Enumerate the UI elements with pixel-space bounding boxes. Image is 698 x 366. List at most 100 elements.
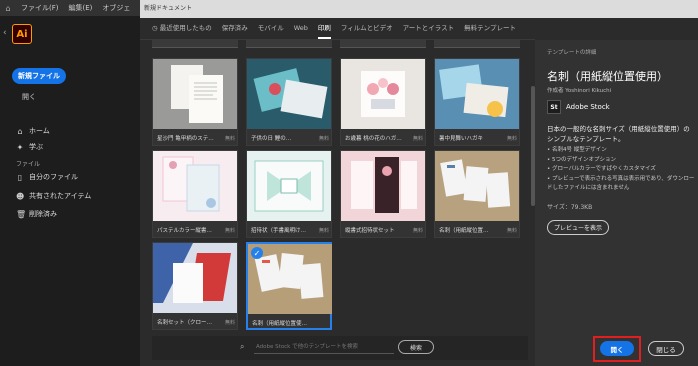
trash-icon: 🗑 xyxy=(16,209,27,219)
tab-mobile[interactable]: モバイル xyxy=(258,22,284,39)
template-name: 名刺（用紙縦位置使用） xyxy=(252,321,310,327)
files-section-heading: ファイル xyxy=(16,161,41,168)
stock-search-input[interactable] xyxy=(254,341,394,354)
details-heading: テンプレートの詳細 xyxy=(547,50,597,56)
tab-art-illustration[interactable]: アートとイラスト xyxy=(403,22,454,39)
feature-item: グローバルカラーですばやくカスタマイズ xyxy=(547,165,697,175)
free-badge: 無料 xyxy=(506,227,517,234)
template-thumbnail xyxy=(153,59,237,129)
template-name: 名刺セット（クローバ… xyxy=(157,320,215,326)
tab-saved[interactable]: 保存済み xyxy=(222,22,248,39)
sidebar-item-label: ホーム xyxy=(29,127,50,135)
sidebar-item-my-files[interactable]: ▯ 自分のファイル xyxy=(16,172,78,182)
template-name: 名刺（用紙縦位置… xyxy=(439,228,489,234)
template-thumbnail xyxy=(435,151,519,221)
template-thumbnail xyxy=(341,151,425,221)
preview-button[interactable]: プレビューを表示 xyxy=(547,220,609,235)
template-name: 招待状（手書風明け… xyxy=(251,228,307,234)
file-icon: ▯ xyxy=(17,172,23,182)
new-file-button[interactable]: 新規ファイル xyxy=(12,68,66,84)
search-icon: ⌕ xyxy=(240,342,245,351)
app-window: ⌂ ファイル(F) 編集(E) オブジェ ‹ Ai 新規ファイル 開く ⌂ ホー… xyxy=(0,0,698,366)
sidebar-item-learn[interactable]: ✦ 学ぶ xyxy=(16,142,43,152)
checkmark-icon: ✓ xyxy=(251,247,263,259)
template-card[interactable]: 暑中見舞いハガキ 無料 xyxy=(434,58,520,146)
template-card[interactable]: 名刺（用紙縦位置… 無料 xyxy=(434,150,520,238)
template-thumbnail xyxy=(153,151,237,221)
category-tabs: ◷ 最近使用したもの 保存済み モバイル Web 印刷 フィルムとビデオ アート… xyxy=(140,18,535,40)
template-details-panel: テンプレートの詳細 名刺（用紙縦位置使用） 作成者 Yoshinori Kiku… xyxy=(535,40,698,366)
template-grid: 星沙門 亀甲柄のステ… 無料 子供の日 鯉の… 無料 お歳暮 桃の花のハガ… 無… xyxy=(152,40,528,330)
app-logo: Ai xyxy=(12,24,32,44)
dialog-title: 新規ドキュメント xyxy=(140,0,698,18)
menu-edit[interactable]: 編集(E) xyxy=(64,3,98,13)
open-link[interactable]: 開く xyxy=(22,92,36,102)
adobe-stock-label: St Adobe Stock xyxy=(547,100,610,114)
template-card[interactable]: お歳暮 桃の花のハガ… 無料 xyxy=(340,58,426,146)
tab-web[interactable]: Web xyxy=(294,24,308,39)
template-name: パステルカラー縦書式… xyxy=(157,228,215,234)
template-card[interactable]: 名刺セット（クローバ… 無料 xyxy=(152,242,238,330)
people-icon: ☻ xyxy=(16,191,25,201)
sidebar-item-label: 自分のファイル xyxy=(29,173,78,181)
template-card[interactable]: 招待状（手書風明け… 無料 xyxy=(246,150,332,238)
home-icon[interactable]: ⌂ xyxy=(0,4,16,13)
sidebar-item-label: 学ぶ xyxy=(29,143,43,151)
template-card[interactable]: 縦書式招待状セット 無料 xyxy=(340,150,426,238)
sidebar-item-label: 削除済み xyxy=(29,210,57,218)
template-thumbnail xyxy=(153,243,237,313)
template-card[interactable]: 子供の日 鯉の… 無料 xyxy=(246,58,332,146)
sidebar-item-label: 共有されたアイテム xyxy=(29,192,92,200)
tab-film-video[interactable]: フィルムとビデオ xyxy=(341,22,393,39)
template-card[interactable]: パステルカラー縦書式… 無料 xyxy=(152,150,238,238)
template-name: 子供の日 鯉の… xyxy=(251,136,292,142)
template-card-selected[interactable]: ✓ 名刺（用紙縦位置使用） xyxy=(246,242,332,330)
adobe-stock-logo: St xyxy=(547,100,561,114)
template-title: 名刺（用紙縦位置使用） xyxy=(547,70,668,83)
adobe-stock-text: Adobe Stock xyxy=(566,103,610,111)
template-author: 作成者 Yoshinori Kikuchi xyxy=(547,88,612,94)
free-badge: 無料 xyxy=(224,135,235,142)
template-description: 日本の一般的な名刺サイズ（用紙縦位置使用）のシンプルなテンプレート。 xyxy=(547,125,690,143)
free-badge: 無料 xyxy=(318,135,329,142)
stock-search-bar: ⌕ 検索 xyxy=(152,336,528,360)
open-button[interactable]: 開く xyxy=(600,341,634,356)
previous-row-strip xyxy=(152,40,528,48)
template-name: お歳暮 桃の花のハガ… xyxy=(345,136,402,142)
tab-free-templates[interactable]: 無料テンプレート xyxy=(464,22,516,39)
free-badge: 無料 xyxy=(506,135,517,142)
template-thumbnail xyxy=(341,59,425,129)
feature-item: 名刺4号 縦型デザイン xyxy=(547,146,697,156)
template-card[interactable]: 星沙門 亀甲柄のステ… 無料 xyxy=(152,58,238,146)
free-badge: 無料 xyxy=(318,227,329,234)
sidebar-item-shared[interactable]: ☻ 共有されたアイテム xyxy=(16,191,91,201)
template-name: 縦書式招待状セット xyxy=(345,228,395,234)
free-badge: 無料 xyxy=(412,135,423,142)
new-document-dialog: 新規ドキュメント ◷ 最近使用したもの 保存済み モバイル Web 印刷 フィル… xyxy=(140,0,698,366)
feature-item: 5つのデザインオプション xyxy=(547,156,697,166)
menu-object[interactable]: オブジェ xyxy=(97,3,135,13)
template-thumbnail xyxy=(435,59,519,129)
free-badge: 無料 xyxy=(412,227,423,234)
close-button[interactable]: 閉じる xyxy=(648,341,684,356)
template-thumbnail xyxy=(247,151,331,221)
back-arrow-icon[interactable]: ‹ xyxy=(3,28,7,38)
sidebar-item-home[interactable]: ⌂ ホーム xyxy=(16,126,50,136)
free-badge: 無料 xyxy=(224,227,235,234)
feature-item: プレビューで表示される写真は表示用であり、ダウンロードしたファイルには含まれませ… xyxy=(547,175,697,194)
home-icon: ⌂ xyxy=(17,126,23,136)
tab-recent[interactable]: ◷ 最近使用したもの xyxy=(152,22,212,39)
sidebar-item-deleted[interactable]: 🗑 削除済み xyxy=(16,209,57,219)
template-size: サイズ：79.3KB xyxy=(547,204,593,211)
tab-label: 最近使用したもの xyxy=(159,24,212,32)
menu-file[interactable]: ファイル(F) xyxy=(16,3,64,13)
search-button[interactable]: 検索 xyxy=(398,340,434,354)
tab-print[interactable]: 印刷 xyxy=(317,22,331,39)
template-name: 暑中見舞いハガキ xyxy=(439,136,484,142)
template-name: 星沙門 亀甲柄のステ… xyxy=(157,136,214,142)
template-features: 名刺4号 縦型デザイン 5つのデザインオプション グローバルカラーですばやくカス… xyxy=(547,146,697,194)
lightbulb-icon: ✦ xyxy=(16,142,24,152)
template-thumbnail xyxy=(247,59,331,129)
clock-icon: ◷ xyxy=(152,24,158,32)
free-badge: 無料 xyxy=(224,319,235,326)
